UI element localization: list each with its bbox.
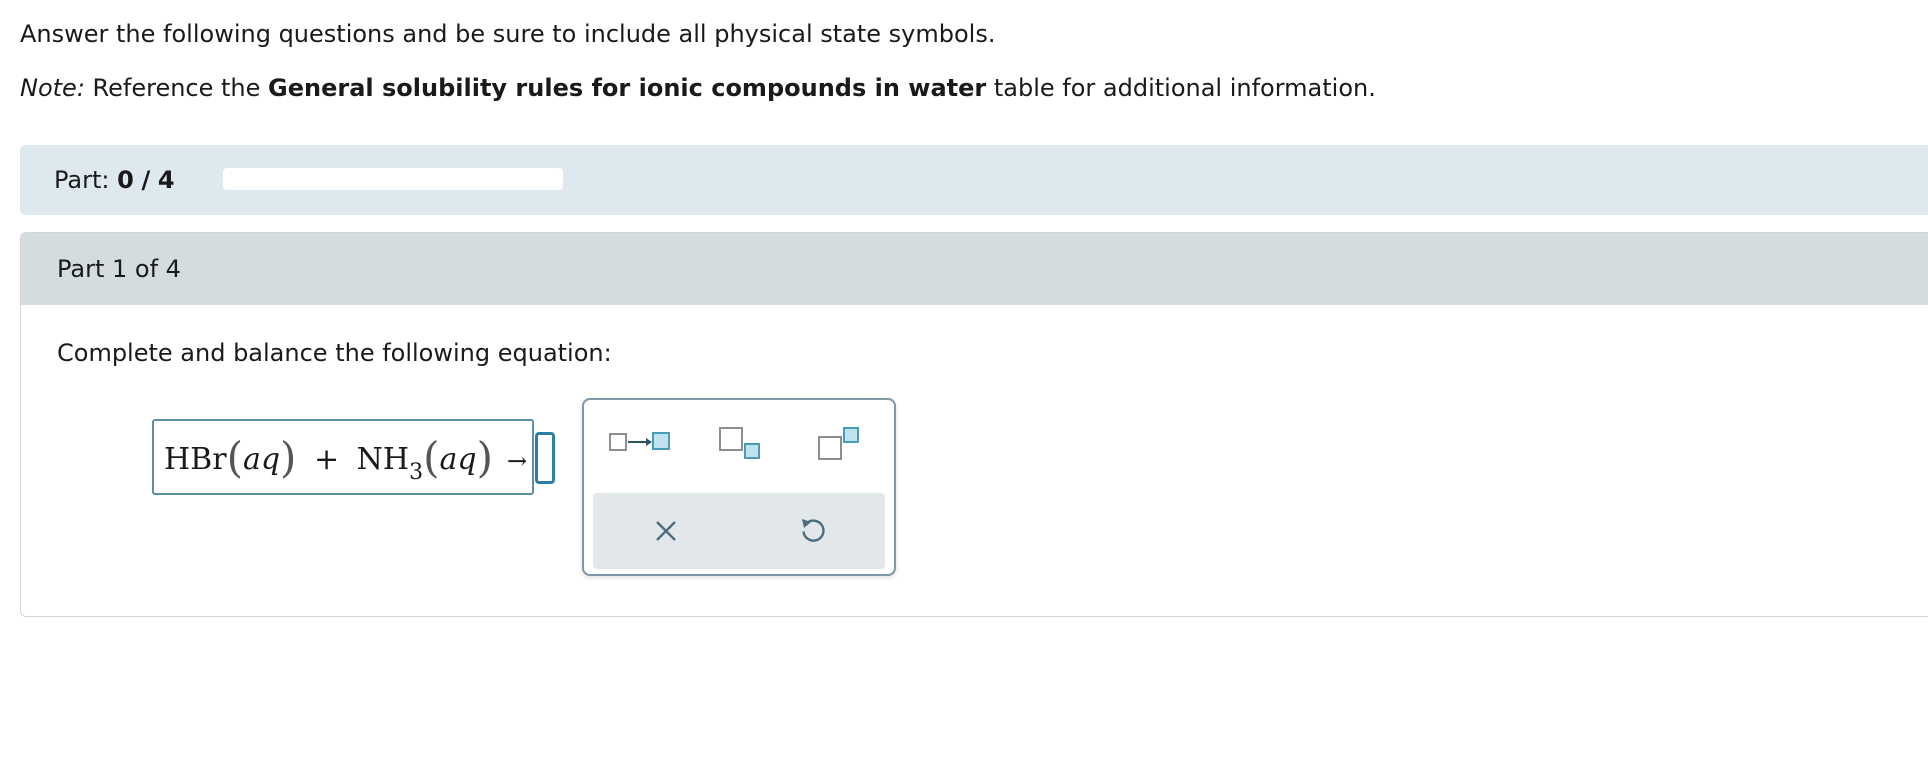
open-paren: ( — [226, 433, 243, 482]
state-symbol-2: aq — [439, 442, 477, 477]
palette-actions — [593, 493, 885, 569]
part-progress-label: Part: 0 / 4 — [54, 164, 175, 196]
note-prefix: Reference the — [84, 74, 269, 102]
instructions-text: Answer the following questions and be su… — [20, 20, 996, 48]
plus-sign: + — [313, 442, 340, 477]
superscript-template-icon — [818, 427, 859, 460]
nh3-subscript: 3 — [409, 460, 424, 485]
subscript-template-button[interactable] — [718, 426, 764, 462]
solubility-rules-reference: General solubility rules for ionic compo… — [268, 74, 987, 102]
product-input-slot[interactable] — [535, 432, 556, 484]
undo-button[interactable] — [798, 516, 826, 546]
part-label: Part: — [54, 166, 110, 194]
note-text: Note: Reference the General solubility r… — [20, 72, 1376, 104]
reactant-nh3: NH — [356, 442, 410, 477]
part-panel: Part 1 of 4 Complete and balance the fol… — [20, 232, 1928, 617]
equation: HBr(aq) + NH3(aq) → — [164, 432, 556, 487]
reaction-arrow-template-button[interactable] — [608, 428, 672, 456]
open-paren: ( — [423, 433, 440, 482]
part-header: Part 1 of 4 — [21, 233, 1928, 305]
part-total: 4 — [157, 166, 175, 194]
reaction-arrow-template-icon — [609, 432, 670, 451]
reactant-hbr: HBr — [164, 442, 227, 477]
reaction-arrow: → — [506, 447, 528, 475]
superscript-template-button[interactable] — [817, 426, 863, 462]
clear-x-icon — [656, 521, 676, 541]
progress-track — [223, 168, 563, 190]
state-symbol-1: aq — [242, 442, 281, 477]
question-text: Complete and balance the following equat… — [57, 339, 612, 367]
subscript-template-icon — [719, 427, 760, 459]
part-current: 0 — [117, 166, 134, 194]
equation-input[interactable]: HBr(aq) + NH3(aq) → — [152, 419, 556, 495]
part-progress-bar: Part: 0 / 4 — [20, 145, 1928, 215]
note-suffix: table for additional information. — [986, 74, 1376, 102]
undo-icon — [802, 519, 825, 542]
note-label: Note: — [20, 74, 85, 102]
equation-tool-palette — [582, 398, 896, 576]
part-separator: / — [141, 166, 151, 194]
close-paren: ) — [476, 433, 493, 482]
part-title: Part 1 of 4 — [57, 255, 181, 283]
close-paren: ) — [280, 433, 297, 482]
clear-button[interactable] — [652, 517, 680, 545]
